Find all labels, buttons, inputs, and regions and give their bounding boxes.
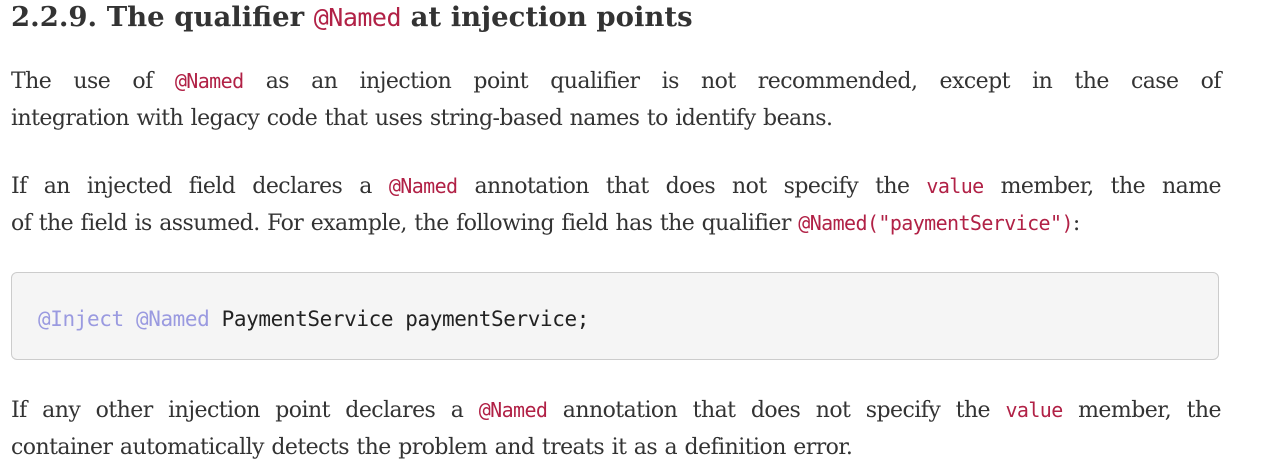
text-run: : [1072,211,1080,236]
paragraph-line: of the field is assumed. For example, th… [11,205,1221,242]
paragraph-line: If any other injection point declares a … [11,392,1222,429]
code-block: @Inject @Named PaymentService paymentSer… [11,272,1219,360]
text-run: If any other injection point declares a [11,398,479,423]
document-section: 2.2.9. The qualifier @Named at injection… [11,0,1222,460]
text-run: annotation that does not specify the [457,174,927,199]
text-run: container automatically detects the prob… [11,435,853,460]
code-declaration: PaymentService paymentService; [209,307,590,331]
code-annotation-inject: @Inject [38,307,124,331]
code-annotation-named: @Named [135,307,210,331]
text-run: of the field is assumed. For example, th… [11,211,799,236]
text-run: If an injected field declares a [11,174,389,199]
text-run: The use of [11,69,175,94]
text-run: member, the [1062,398,1222,423]
paragraph-line: The use of @Named as an injection point … [11,63,1222,100]
inline-code-value: value [926,174,984,198]
section-heading: 2.2.9. The qualifier @Named at injection… [11,0,1221,35]
paragraph-line: integration with legacy code that uses s… [11,100,1221,137]
paragraph-recommendation: The use of @Named as an injection point … [11,63,1222,137]
paragraph-field-default: If an injected field declares a @Named a… [11,168,1222,242]
inline-code-value: value [1005,398,1063,422]
text-run: annotation that does not specify the [547,398,1006,423]
paragraph-definition-error: If any other injection point declares a … [11,392,1222,466]
text-run: integration with legacy code that uses s… [11,106,833,131]
inline-code-named: @Named [388,174,458,198]
paragraph-line: container automatically detects the prob… [11,429,1221,466]
text-run: member, the name [983,174,1222,199]
paragraph-line: If an injected field declares a @Named a… [11,168,1222,205]
heading-prefix: 2.2.9. The qualifier [11,1,314,33]
text-run: as an injection point qualifier is not r… [243,69,1222,94]
inline-code-named-payment: @Named("paymentService") [798,211,1073,235]
heading-inline-code: @Named [313,3,402,32]
inline-code-named: @Named [174,69,244,93]
heading-suffix: at injection points [401,1,693,33]
inline-code-named: @Named [478,398,548,422]
code-line: @Inject @Named PaymentService paymentSer… [38,305,589,333]
